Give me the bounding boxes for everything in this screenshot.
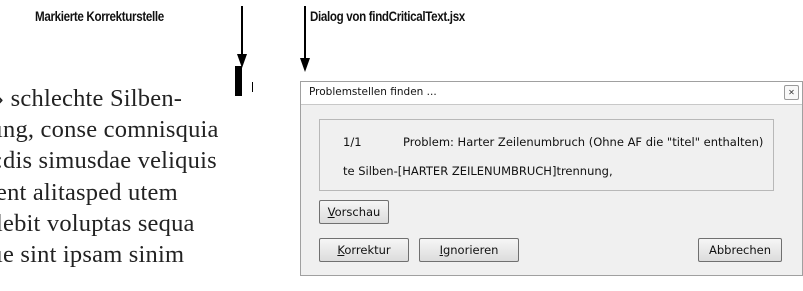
problem-info-panel: 1/1 Problem: Harter Zeilenumbruch (Ohne A…: [319, 119, 774, 191]
problem-description: Problem: Harter Zeilenumbruch (Ohne AF d…: [403, 135, 764, 149]
typeset-line: :dis simusdae veliquis: [0, 147, 217, 175]
callout-dialog-label: Dialog von findCriticalText.jsx: [310, 9, 465, 24]
preview-label: orschau: [334, 205, 381, 219]
typeset-line: ent alitasped utem: [0, 178, 178, 206]
ignore-button[interactable]: Ignorieren: [419, 238, 519, 262]
callout-right-arrowhead: [300, 58, 310, 72]
hyphen-position-tick: [252, 82, 253, 92]
typeset-text-frame: › schlechte Silben- ıng, conse comnisqui…: [0, 83, 219, 270]
dialog-titlebar[interactable]: Problemstellen finden ... ✕: [301, 82, 802, 105]
preview-button[interactable]: Vorschau: [319, 200, 389, 224]
callout-left-line: [241, 6, 243, 56]
close-icon[interactable]: ✕: [784, 85, 799, 100]
typeset-line: lebit voluptas sequa: [0, 209, 195, 237]
dialog-title: Problemstellen finden ...: [309, 86, 437, 98]
cancel-button[interactable]: Abbrechen: [698, 238, 782, 262]
correct-button[interactable]: Korrektur: [319, 238, 409, 262]
text-selection-marker: [235, 66, 242, 96]
preview-accel: V: [327, 205, 335, 219]
find-problems-dialog: Problemstellen finden ... ✕ 1/1 Problem: …: [300, 81, 803, 276]
callout-marked-position-label: Markierte Korrekturstelle: [35, 9, 164, 24]
ignore-label: gnorieren: [442, 243, 499, 257]
callout-right-line: [304, 6, 306, 60]
typeset-line: › schlechte Silben-: [0, 85, 183, 112]
typeset-line: ıe sint ipsam sinim: [0, 241, 185, 269]
correct-label: orrektur: [344, 243, 391, 257]
problem-context: te Silben-[HARTER ZEILENUMBRUCH]trennung…: [343, 164, 613, 178]
problem-counter: 1/1: [343, 135, 362, 149]
typeset-line: ıng, conse comnisquia: [0, 116, 219, 144]
problem-line: 1/1 Problem: Harter Zeilenumbruch (Ohne A…: [343, 135, 763, 149]
